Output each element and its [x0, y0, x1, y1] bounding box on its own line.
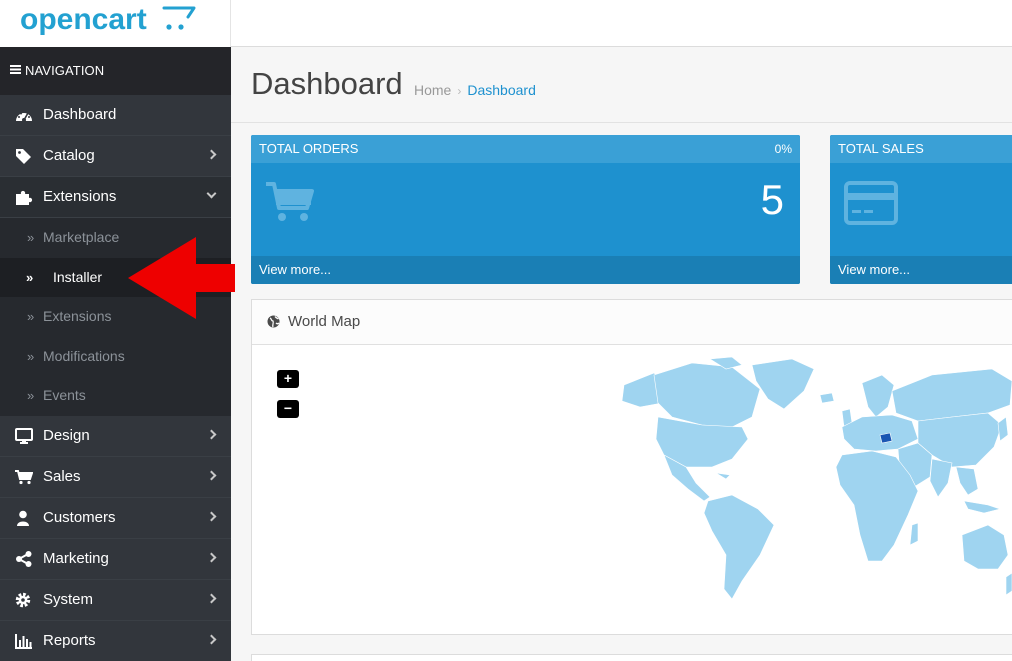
double-angle-right-icon: » — [26, 269, 34, 285]
dashboard-icon — [16, 112, 32, 122]
tile-title: TOTAL SALES — [838, 141, 924, 156]
sidebar-item-label: Customers — [43, 508, 116, 526]
breadcrumb-separator-icon: › — [457, 84, 462, 98]
double-angle-right-icon: » — [27, 388, 35, 403]
sidebar-item-customers[interactable]: Customers — [0, 497, 231, 539]
sidebar-item-reports[interactable]: Reports — [0, 620, 231, 661]
user-icon — [17, 510, 29, 526]
world-map-title: World Map — [288, 313, 361, 330]
zoom-in-button[interactable]: + — [277, 370, 299, 388]
credit-card-icon — [844, 181, 898, 225]
next-panel — [251, 654, 1012, 661]
navigation-header[interactable]: NAVIGATION — [0, 47, 231, 95]
view-more-link[interactable]: View more... — [251, 256, 800, 284]
double-angle-right-icon: » — [27, 230, 35, 245]
sidebar-item-label: Reports — [43, 631, 96, 649]
chevron-right-icon — [206, 429, 217, 439]
cart-icon — [15, 469, 33, 484]
sidebar-subitem-modifications[interactable]: » Modifications — [0, 336, 231, 376]
sidebar-item-catalog[interactable]: Catalog — [0, 136, 231, 177]
zoom-out-button[interactable]: − — [277, 400, 299, 418]
chevron-right-icon — [206, 470, 217, 480]
tile-title: TOTAL ORDERS — [259, 141, 359, 156]
navigation-header-label: NAVIGATION — [25, 63, 105, 78]
chevron-right-icon — [206, 511, 217, 521]
sidebar-item-system[interactable]: System — [0, 579, 231, 621]
content-divider — [231, 122, 1012, 123]
world-map[interactable] — [592, 355, 1012, 610]
sidebar-item-label: System — [43, 590, 94, 608]
double-angle-right-icon: » — [27, 309, 35, 324]
page-title: Dashboard — [251, 66, 403, 101]
sidebar-item-label: Marketing — [43, 549, 109, 567]
tags-icon — [16, 149, 31, 164]
tile-body — [830, 163, 1012, 256]
bar-chart-icon — [15, 633, 32, 649]
sidebar-subitem-events[interactable]: » Events — [0, 376, 231, 416]
view-more-link[interactable]: View more... — [830, 256, 1012, 284]
sidebar-item-label: Dashboard — [43, 106, 117, 123]
logo-text: opencart — [20, 3, 147, 36]
breadcrumb-home-link[interactable]: Home — [414, 82, 451, 98]
breadcrumb: Home › Dashboard — [414, 82, 536, 98]
sidebar-subitem-label: Extensions — [43, 308, 112, 324]
chevron-down-icon — [206, 188, 217, 199]
sidebar-item-design[interactable]: Design — [0, 415, 231, 457]
sidebar-item-sales[interactable]: Sales — [0, 456, 231, 498]
sidebar-item-dashboard[interactable]: Dashboard — [0, 95, 231, 136]
globe-icon — [267, 315, 280, 328]
opencart-logo[interactable]: opencart — [0, 0, 231, 47]
sidebar-subitem-label: Installer — [53, 268, 103, 285]
tile-header: TOTAL ORDERS 0% — [251, 135, 800, 163]
tile-percent: 0% — [774, 142, 792, 156]
chevron-right-icon — [206, 552, 217, 562]
tile-value: 5 — [760, 176, 784, 223]
main-content: Dashboard Home › Dashboard TOTAL ORDERS 0%… — [231, 47, 1012, 661]
chevron-right-icon — [206, 149, 217, 160]
sidebar-item-label: Catalog — [43, 147, 95, 164]
puzzle-icon — [16, 190, 33, 205]
sidebar-subitem-label: Events — [43, 387, 86, 403]
tile-body: 5 — [251, 163, 800, 256]
world-map-header: World Map — [252, 300, 1012, 345]
sidebar: NAVIGATION Dashboard Catalog Extensions … — [0, 47, 231, 661]
sidebar-item-label: Extensions — [43, 188, 117, 205]
top-header: opencart — [0, 0, 1012, 47]
gear-icon — [15, 592, 31, 607]
highlighted-country[interactable] — [879, 432, 893, 444]
cart-icon — [266, 182, 314, 221]
bars-icon — [10, 65, 21, 75]
sidebar-item-marketing[interactable]: Marketing — [0, 538, 231, 580]
sidebar-item-label: Design — [43, 426, 90, 444]
sidebar-subitem-label: Marketplace — [43, 229, 120, 245]
total-orders-tile: TOTAL ORDERS 0% 5 View more... — [251, 135, 800, 284]
breadcrumb-current-link[interactable]: Dashboard — [467, 82, 536, 98]
desktop-icon — [15, 427, 33, 444]
sidebar-item-extensions[interactable]: Extensions — [0, 177, 231, 218]
chevron-right-icon — [206, 634, 217, 644]
total-sales-tile: TOTAL SALES View more... — [830, 135, 1012, 284]
tile-header: TOTAL SALES — [830, 135, 1012, 163]
red-arrow-annotation — [128, 237, 235, 319]
share-icon — [16, 550, 32, 567]
chevron-right-icon — [206, 593, 217, 603]
sidebar-item-label: Sales — [43, 467, 81, 485]
sidebar-subitem-label: Modifications — [43, 347, 125, 364]
world-map-panel: World Map + − — [251, 299, 1012, 635]
double-angle-right-icon: » — [27, 348, 35, 364]
